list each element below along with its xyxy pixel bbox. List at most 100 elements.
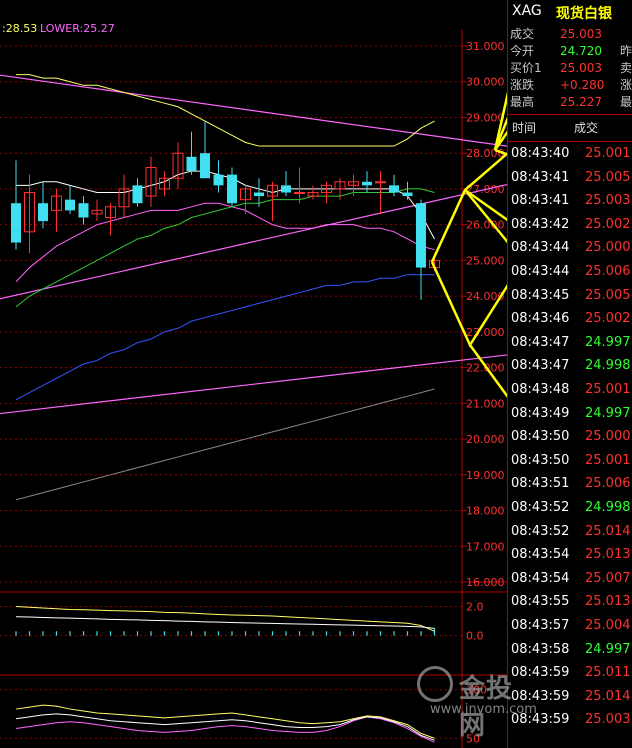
tick-price: 25.003 — [585, 712, 631, 728]
tick-row[interactable]: 08:43:52 24.998 — [508, 496, 632, 519]
tick-price: 24.997 — [585, 334, 631, 350]
symbol-code: XAG — [512, 3, 542, 19]
tick-time: 08:43:48 — [511, 382, 570, 397]
tick-time: 08:43:54 — [511, 570, 570, 586]
overlay-upper — [16, 74, 435, 147]
quote-label: 涨跌 — [510, 78, 535, 92]
tick-row[interactable]: 08:43:41 25.003 — [508, 189, 632, 212]
tick-time: 08:43:55 — [511, 594, 570, 610]
tick-row[interactable]: 08:43:47 24.998 — [508, 354, 632, 377]
tick-price: 25.002 — [585, 216, 631, 232]
candlestick-chart — [0, 74, 507, 501]
candle-body — [416, 203, 426, 268]
candle — [294, 167, 305, 204]
chart-area: 31.00030.00029.00028.00027.00026.00025.0… — [0, 30, 507, 748]
tick-price: 25.014 — [585, 523, 631, 539]
y-tick-label: 30.000 — [466, 76, 505, 89]
tick-row[interactable]: 08:43:44 25.000 — [508, 236, 632, 259]
candle-body — [78, 203, 89, 218]
macd-subchart: 2.0 0.0 — [0, 601, 484, 643]
candle-body — [294, 192, 305, 195]
tick-row[interactable]: 08:43:49 24.997 — [508, 402, 632, 425]
quote-label: 最高 — [510, 95, 535, 109]
quote-value: 25.003 — [560, 27, 602, 41]
lower-band-label: LOWER:25.27 — [40, 22, 115, 35]
candle-body — [375, 181, 386, 184]
candle — [132, 178, 143, 207]
col-time-header: 时间 — [512, 121, 537, 135]
tick-price: 25.005 — [585, 169, 631, 185]
candle-body — [200, 153, 210, 179]
tick-row[interactable]: 08:43:50 25.000 — [508, 425, 632, 448]
quote-label: 买价1 — [510, 61, 542, 75]
tick-row[interactable]: 08:43:55 25.013 — [508, 590, 632, 613]
y-tick-label: 20.000 — [466, 433, 505, 446]
tick-row[interactable]: 08:43:57 25.004 — [508, 614, 632, 637]
quote-row: 最高 25.227 最 — [510, 94, 632, 111]
quote-value: 24.720 — [560, 44, 602, 58]
tick-row[interactable]: 08:43:45 25.005 — [508, 284, 632, 307]
candle-body — [254, 192, 264, 197]
series-line-b — [15, 616, 435, 629]
logo-circle-icon — [417, 666, 453, 702]
tick-row[interactable]: 08:43:44 25.006 — [508, 260, 632, 283]
watermark-logo: 金投网 — [415, 662, 535, 741]
tick-row[interactable]: 08:43:46 25.002 — [508, 307, 632, 330]
candle-body — [362, 181, 372, 186]
tick-row[interactable]: 08:43:51 25.006 — [508, 472, 632, 495]
tick-time: 08:43:51 — [511, 476, 570, 492]
tick-row[interactable]: 08:43:47 24.997 — [508, 331, 632, 354]
tick-row[interactable]: 08:43:42 25.002 — [508, 213, 632, 236]
quote-panel: XAG 现货白银 成交 25.003 今开 24.720 昨买价1 25.003 卖涨跌 +0… — [507, 0, 632, 748]
candle-body — [213, 174, 224, 186]
tick-price: 25.001 — [585, 146, 631, 161]
tick-price: 25.011 — [585, 665, 631, 681]
candle — [402, 181, 413, 200]
tick-row[interactable]: 08:43:40 25.001 — [508, 142, 632, 165]
candle — [145, 156, 157, 207]
candle — [200, 121, 210, 179]
tick-time: 08:43:44 — [511, 240, 570, 256]
tick-price: 25.006 — [585, 476, 631, 492]
series-line-a — [15, 606, 435, 632]
tick-row[interactable]: 08:43:54 25.007 — [508, 567, 632, 590]
tick-price: 25.003 — [585, 193, 631, 209]
tick-price: 25.001 — [585, 452, 631, 468]
quote-suffix: 涨 — [620, 78, 632, 92]
tick-row[interactable]: 08:43:58 24.997 — [508, 638, 632, 661]
col-price-header: 成交 — [574, 121, 599, 135]
y-tick-label: 21.000 — [466, 397, 505, 410]
y-tick-label: 19.000 — [466, 469, 505, 482]
tick-time: 08:43:54 — [511, 547, 570, 563]
candle-body — [38, 203, 48, 222]
y-tick-label: 28.000 — [466, 147, 505, 160]
candle — [213, 160, 224, 193]
tick-row[interactable]: 08:43:50 25.001 — [508, 449, 632, 472]
candle — [51, 188, 62, 232]
y-tick-label: 2.0 — [466, 601, 484, 614]
candle — [227, 167, 237, 207]
tick-price: 25.013 — [585, 594, 631, 610]
tick-time: 08:43:41 — [511, 193, 570, 209]
tick-time: 08:43:57 — [511, 618, 570, 633]
quote-value: +0.280 — [560, 78, 605, 92]
candle — [105, 203, 116, 236]
trend-line — [0, 354, 507, 415]
tick-time: 08:43:41 — [511, 169, 570, 185]
tick-row[interactable]: 08:43:54 25.013 — [508, 543, 632, 566]
overlay-ma-gray — [15, 388, 435, 501]
y-tick-label: 16.000 — [466, 576, 505, 589]
tick-row[interactable]: 08:43:41 25.005 — [508, 166, 632, 189]
quote-suffix: 卖 — [620, 61, 632, 75]
tick-row[interactable]: 08:43:48 25.001 — [508, 378, 632, 401]
tick-price: 24.998 — [585, 500, 631, 515]
tick-price: 25.007 — [585, 570, 631, 586]
quote-row: 成交 25.003 — [510, 26, 620, 43]
quote-suffix: 最 — [620, 95, 632, 109]
tick-row[interactable]: 08:43:52 25.014 — [508, 520, 632, 543]
candle — [172, 142, 184, 189]
upper-band-label: :28.53 — [2, 22, 38, 35]
candle — [11, 160, 21, 250]
series-k — [15, 704, 435, 739]
tick-price: 25.002 — [585, 311, 631, 327]
